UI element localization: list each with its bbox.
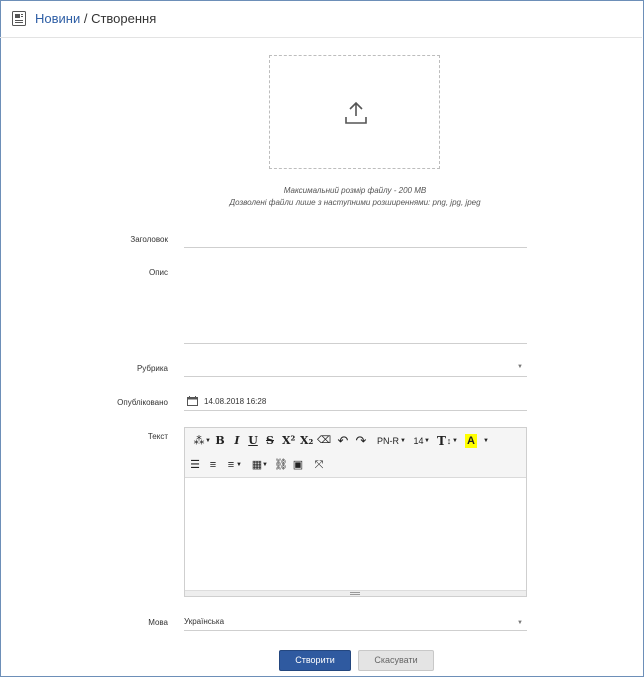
- upload-size-hint: Максимальний розмір файлу - 200 MB: [283, 186, 427, 195]
- chevron-down-icon: ▼: [205, 438, 211, 444]
- description-textarea[interactable]: [184, 262, 527, 344]
- chevron-down-icon: ▼: [517, 620, 523, 626]
- language-label: Мова: [148, 618, 168, 627]
- category-select[interactable]: ▼: [184, 359, 527, 377]
- highlight-color-icon[interactable]: A: [465, 434, 477, 448]
- editor-toolbar: ⁂ ▼ B I U S X² X₂ ⌫ ↶ ↷ PN-R ▼ 14 ▼ T ↕ …: [185, 428, 526, 478]
- language-value: Українська: [184, 617, 225, 626]
- redo-icon[interactable]: ↷: [355, 434, 367, 448]
- link-icon[interactable]: ⛓: [274, 458, 288, 472]
- image-upload-dropzone[interactable]: [269, 55, 440, 169]
- fullscreen-icon[interactable]: ⤧: [313, 458, 325, 472]
- page-header: Новини / Створення: [0, 0, 642, 38]
- bullet-list-icon[interactable]: ☰: [189, 458, 201, 472]
- chevron-down-icon: ▼: [400, 438, 406, 444]
- strikethrough-icon[interactable]: S: [265, 434, 275, 448]
- chevron-down-icon: ▼: [483, 438, 489, 444]
- font-size-select[interactable]: 14: [413, 434, 424, 448]
- published-datetime-input[interactable]: 14.08.2018 16:28: [184, 393, 527, 411]
- calendar-icon: [187, 396, 198, 406]
- editor-content[interactable]: [185, 478, 526, 592]
- breadcrumb-separator: /: [80, 11, 92, 26]
- cancel-button[interactable]: Скасувати: [358, 650, 434, 671]
- numbered-list-icon[interactable]: ≡: [207, 458, 219, 472]
- chevron-down-icon: ▼: [262, 462, 268, 468]
- description-label: Опис: [148, 268, 168, 277]
- text-label: Текст: [147, 432, 168, 441]
- chevron-down-icon: ▼: [517, 364, 523, 370]
- title-label: Заголовок: [130, 235, 168, 244]
- bold-icon[interactable]: B: [215, 434, 225, 448]
- breadcrumb: Новини / Створення: [35, 11, 156, 26]
- rich-text-editor: ⁂ ▼ B I U S X² X₂ ⌫ ↶ ↷ PN-R ▼ 14 ▼ T ↕ …: [184, 427, 527, 597]
- editor-resize-handle[interactable]: [185, 590, 526, 596]
- font-name-select[interactable]: PN-R: [377, 434, 399, 448]
- italic-icon[interactable]: I: [232, 434, 242, 448]
- breadcrumb-news-link[interactable]: Новини: [35, 11, 80, 26]
- chevron-down-icon: ▼: [452, 438, 458, 444]
- published-value: 14.08.2018 16:28: [204, 397, 267, 406]
- subscript-icon[interactable]: X₂: [300, 434, 313, 448]
- upload-types-hint: Дозволені файли лише з наступними розшир…: [229, 198, 481, 207]
- superscript-icon[interactable]: X²: [282, 434, 295, 448]
- newspaper-icon: [12, 11, 26, 26]
- chevron-down-icon: ▼: [424, 438, 430, 444]
- language-select[interactable]: Українська ▼: [184, 613, 527, 631]
- image-icon[interactable]: ▣: [292, 458, 304, 472]
- title-input[interactable]: [184, 231, 527, 248]
- undo-icon[interactable]: ↶: [337, 434, 349, 448]
- published-label: Опубліковано: [117, 398, 168, 407]
- chevron-down-icon: ▼: [236, 462, 242, 468]
- breadcrumb-current: Створення: [91, 11, 157, 26]
- eraser-icon[interactable]: ⌫: [317, 434, 331, 448]
- underline-icon[interactable]: U: [248, 434, 258, 448]
- grip-icon: [350, 592, 360, 595]
- category-label: Рубрика: [136, 364, 168, 373]
- upload-icon: [345, 101, 367, 124]
- create-button[interactable]: Створити: [279, 650, 351, 671]
